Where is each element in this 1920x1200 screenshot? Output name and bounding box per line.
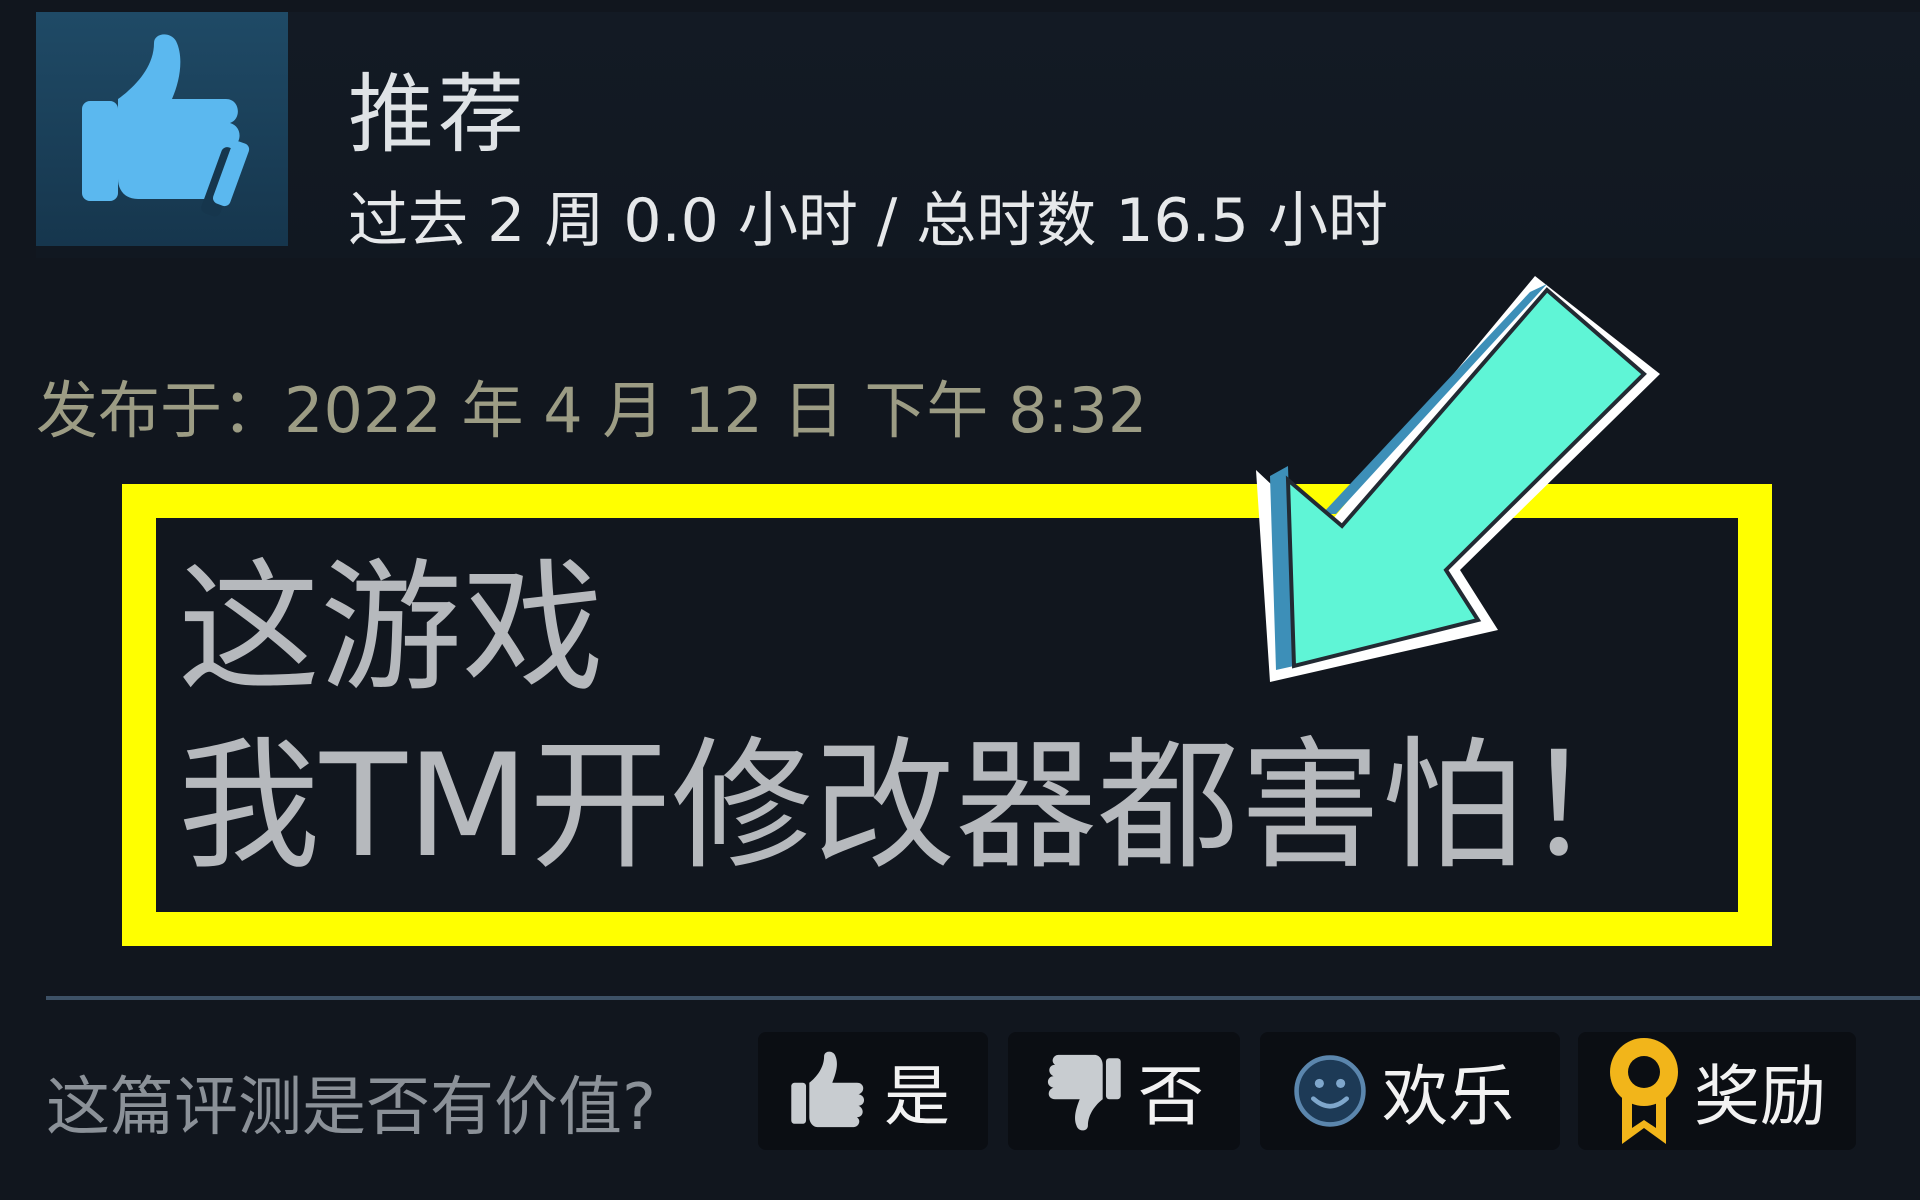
recommended-badge [36,12,288,246]
smiley-icon [1292,1053,1368,1129]
vote-funny-label: 欢乐 [1382,1058,1514,1135]
helpful-question: 这篇评测是否有价值? [46,1071,656,1145]
review-page: 推荐 过去 2 周 0.0 小时 / 总时数 16.5 小时 发布于：2022 … [0,0,1920,1200]
review-text-line-2: 我TM开修改器都害怕！ [178,724,1666,889]
thumbs-up-icon [82,34,250,217]
posted-date: 发布于：2022 年 4 月 12 日 下午 8:32 [36,374,1148,447]
thumbs-up-icon [788,1050,870,1132]
review-text-line-1: 这游戏 [178,546,604,711]
arrow-icon [1256,276,1660,682]
award-ribbon-icon [1608,1036,1680,1146]
divider [46,996,1920,1000]
vote-yes-label: 是 [884,1058,950,1135]
vote-yes-button[interactable]: 是 [758,1032,988,1150]
playtime-hours: 过去 2 周 0.0 小时 / 总时数 16.5 小时 [348,186,1388,256]
vote-no-label: 否 [1138,1058,1204,1135]
award-button[interactable]: 奖励 [1578,1032,1856,1150]
vote-no-button[interactable]: 否 [1008,1032,1240,1150]
thumbs-down-icon [1042,1050,1124,1132]
review-verdict: 推荐 [348,65,528,165]
award-label: 奖励 [1694,1058,1826,1135]
vote-funny-button[interactable]: 欢乐 [1260,1032,1560,1150]
